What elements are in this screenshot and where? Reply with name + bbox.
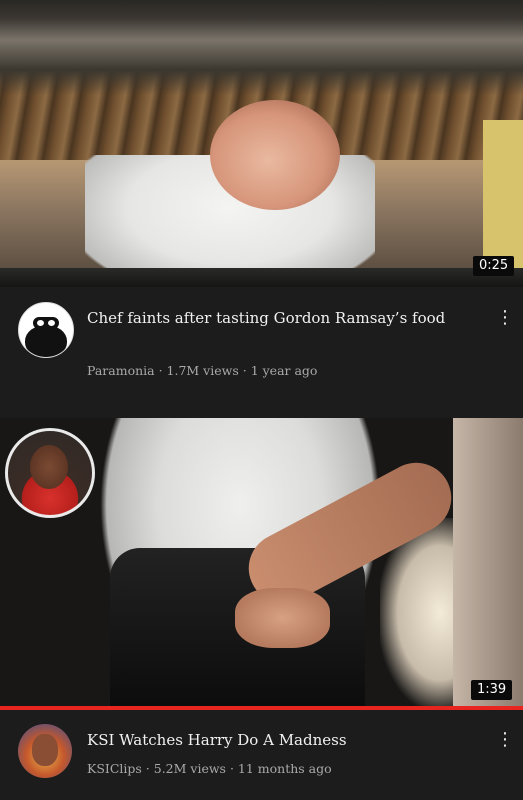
side-person [453,418,523,708]
person-avatar-icon[interactable] [18,724,72,778]
mask-shape [25,325,67,357]
view-count-1: 1.7M views [166,363,239,378]
duration-badge-1: 0:25 [473,256,515,276]
video-title-1[interactable]: Chef faints after tasting Gordon Ramsay’… [87,306,467,330]
video-subtitle-1: Paramonia · 1.7M views · 1 year ago [87,362,317,380]
video-title-2[interactable]: KSI Watches Harry Do A Madness [87,728,467,752]
separator: · [238,363,251,378]
video-subtitle-2: KSIClips · 5.2M views · 11 months ago [87,760,332,778]
reaction-face [30,445,68,489]
channel-name-1[interactable]: Paramonia [87,363,155,378]
more-vert-icon[interactable]: ⋮ [496,306,514,330]
eyes-shape [33,317,59,329]
channel-name-2[interactable]: KSIClips [87,761,142,776]
view-count-2: 5.2M views [153,761,226,776]
upload-age-1: 1 year ago [250,363,318,378]
separator: · [225,761,238,776]
ninja-mask-avatar-icon[interactable] [18,302,74,358]
video-meta-2[interactable] [0,710,523,800]
video-thumbnail-1[interactable] [0,0,523,287]
duration-badge-2: 1:39 [471,680,513,700]
avatar-face [32,734,58,766]
chef-head [210,100,340,210]
facecam-overlay [5,428,95,518]
hand-shape [235,588,330,648]
separator: · [154,363,167,378]
separator: · [141,761,154,776]
more-vert-icon[interactable]: ⋮ [496,728,514,752]
counter-edge [0,268,523,287]
upload-age-2: 11 months ago [237,761,332,776]
